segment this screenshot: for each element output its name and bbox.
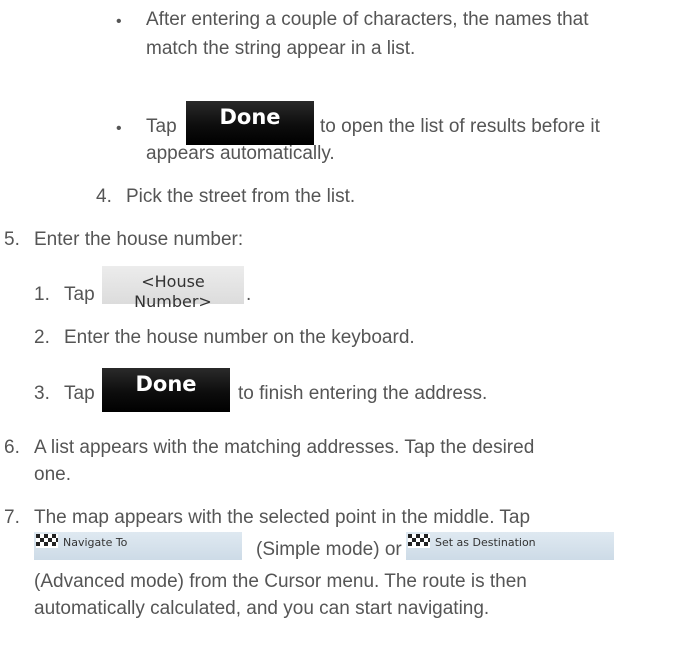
step7-mid: (Simple mode) or <box>256 539 402 560</box>
checkered-flag-icon <box>36 534 58 548</box>
step6-line2: one. <box>34 464 71 485</box>
sub3-after: to finish entering the address. <box>238 383 488 404</box>
step7-line1: The map appears with the selected point … <box>34 507 531 528</box>
set-as-destination-button[interactable]: Set as Destination <box>406 532 614 560</box>
checkered-flag-icon <box>408 534 430 548</box>
navigate-to-button[interactable]: Navigate To <box>34 532 242 560</box>
done-button[interactable]: Done <box>102 368 230 412</box>
step5-number: 5. <box>4 229 20 250</box>
sub1-after: . <box>246 284 252 305</box>
sub3-number: 3. <box>34 383 50 404</box>
step4-number: 4. <box>96 186 112 207</box>
step6-line1: A list appears with the matching address… <box>34 437 535 458</box>
bullet-marker: • <box>116 120 122 137</box>
step5-text: Enter the house number: <box>34 229 244 250</box>
bullet2-line2: appears automatically. <box>146 143 335 164</box>
step6-number: 6. <box>4 437 20 458</box>
house-number-button[interactable]: <House Number> <box>102 266 244 311</box>
bullet1-line2: match the string appear in a list. <box>146 38 416 59</box>
sub1-number: 1. <box>34 284 50 305</box>
sub3-tap-label: Tap <box>64 383 95 404</box>
bullet1-line1: After entering a couple of characters, t… <box>146 9 589 30</box>
step7-line3: (Advanced mode) from the Cursor menu. Th… <box>34 571 527 592</box>
step4-text: Pick the street from the list. <box>126 186 356 207</box>
sub2-text: Enter the house number on the keyboard. <box>64 327 415 348</box>
bullet-marker: • <box>116 13 122 30</box>
navigate-to-label: Navigate To <box>63 536 128 549</box>
sub2-number: 2. <box>34 327 50 348</box>
bullet2-after: to open the list of results before it <box>320 116 600 137</box>
bullet2-tap-label: Tap <box>146 116 177 137</box>
set-as-destination-label: Set as Destination <box>435 536 536 549</box>
done-button[interactable]: Done <box>186 101 314 145</box>
step7-number: 7. <box>4 507 20 528</box>
step7-line4: automatically calculated, and you can st… <box>34 598 490 619</box>
sub1-tap-label: Tap <box>64 284 95 305</box>
